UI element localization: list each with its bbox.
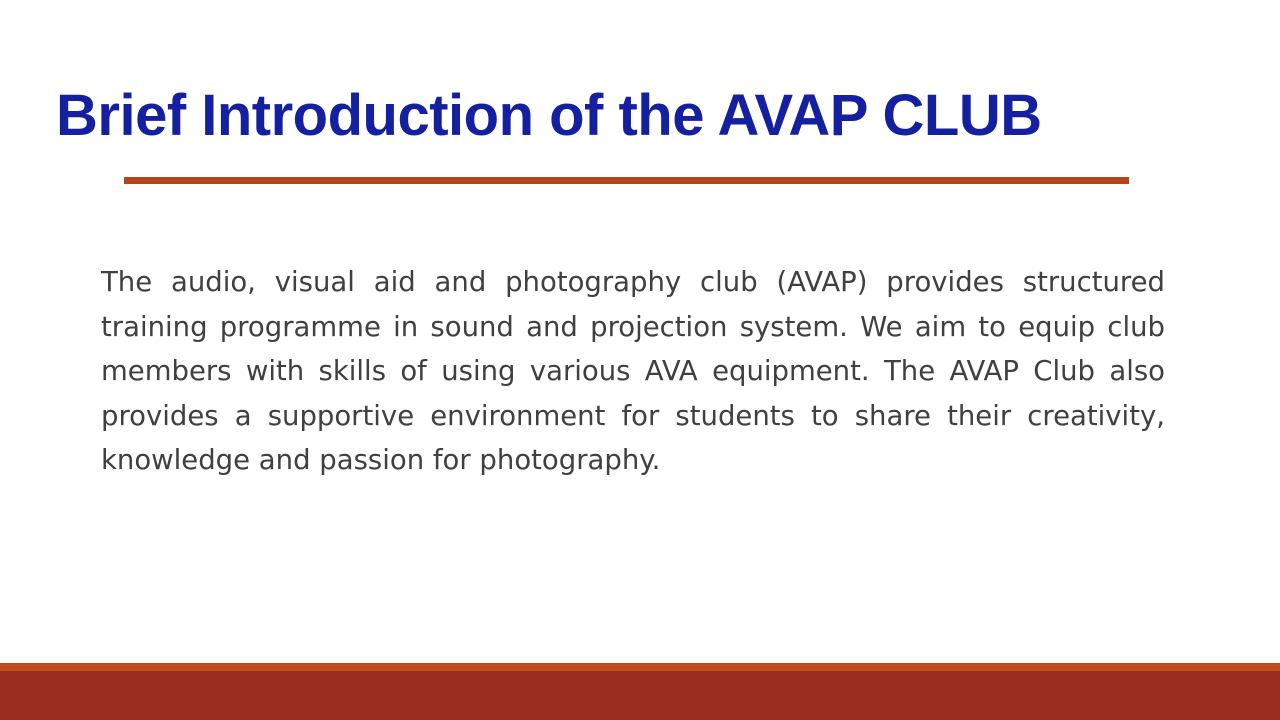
slide-title: Brief Introduction of the AVAP CLUB [56,83,1042,148]
title-underline [124,177,1129,184]
slide-body-text: The audio, visual aid and photography cl… [101,266,1165,476]
footer-band-highlight [0,663,1280,671]
slide: Brief Introduction of the AVAP CLUB The … [0,0,1280,720]
footer-band [0,663,1280,720]
